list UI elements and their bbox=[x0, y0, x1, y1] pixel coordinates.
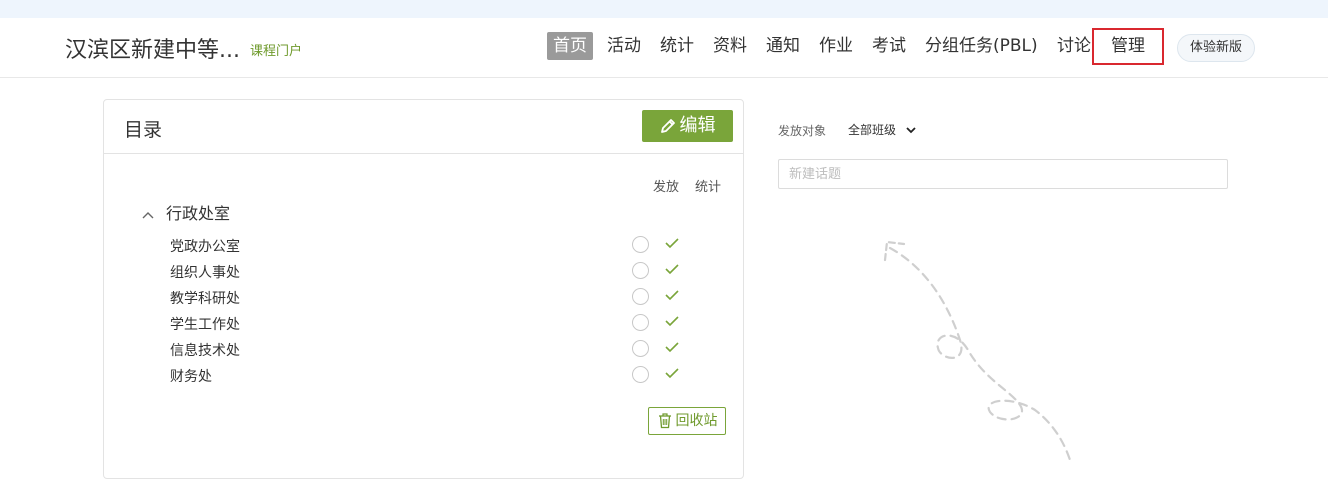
check-icon[interactable] bbox=[664, 288, 680, 302]
list-item-label[interactable]: 党政办公室 bbox=[170, 236, 240, 256]
new-topic-input[interactable] bbox=[778, 159, 1228, 189]
list-item[interactable]: 党政办公室 bbox=[170, 232, 730, 258]
directory-title: 目录 bbox=[124, 119, 163, 141]
directory-panel: 目录 编辑 发放 统计 行政处室 党政办公室 组织人事处 教学科研处 学生工作处 bbox=[103, 99, 744, 479]
list-item-label[interactable]: 学生工作处 bbox=[170, 314, 240, 334]
nav-materials[interactable]: 资料 bbox=[713, 32, 747, 60]
publish-toggle[interactable] bbox=[632, 314, 649, 331]
publish-toggle[interactable] bbox=[632, 366, 649, 383]
publish-toggle[interactable] bbox=[632, 236, 649, 253]
nav-activities[interactable]: 活动 bbox=[607, 32, 641, 60]
check-icon[interactable] bbox=[664, 340, 680, 354]
list-item[interactable]: 组织人事处 bbox=[170, 258, 730, 284]
list-item[interactable]: 财务处 bbox=[170, 362, 730, 388]
section-admin-offices[interactable]: 行政处室 bbox=[142, 200, 230, 224]
list-item-label[interactable]: 财务处 bbox=[170, 366, 212, 386]
list-item[interactable]: 学生工作处 bbox=[170, 310, 730, 336]
nav-manage[interactable]: 管理 bbox=[1092, 28, 1164, 65]
header: 汉滨区新建中等... 课程门户 首页 活动 统计 资料 通知 作业 考试 分组任… bbox=[0, 18, 1328, 78]
try-new-version-button[interactable]: 体验新版 bbox=[1177, 34, 1255, 62]
section-label: 行政处室 bbox=[166, 204, 231, 223]
list-item[interactable]: 信息技术处 bbox=[170, 336, 730, 362]
publish-toggle[interactable] bbox=[632, 262, 649, 279]
nav-notices[interactable]: 通知 bbox=[766, 32, 800, 60]
edit-label: 编辑 bbox=[679, 115, 716, 136]
list-item-label[interactable]: 信息技术处 bbox=[170, 340, 240, 360]
check-icon[interactable] bbox=[664, 262, 680, 276]
directory-header: 目录 编辑 bbox=[104, 100, 743, 154]
nav-statistics[interactable]: 统计 bbox=[660, 32, 694, 60]
nav-homework[interactable]: 作业 bbox=[819, 32, 853, 60]
recycle-bin-label: 回收站 bbox=[675, 413, 718, 429]
col-stats-header: 统计 bbox=[695, 180, 722, 195]
trash-icon bbox=[658, 413, 671, 429]
nav-discussion[interactable]: 讨论 bbox=[1057, 32, 1091, 60]
school-name[interactable]: 汉滨区新建中等... bbox=[65, 32, 240, 64]
col-publish-header: 发放 bbox=[653, 180, 680, 195]
nav-group-tasks[interactable]: 分组任务(PBL) bbox=[925, 32, 1038, 60]
chevron-up-icon[interactable] bbox=[142, 208, 160, 222]
check-icon[interactable] bbox=[664, 366, 680, 380]
dashed-arrow-illustration bbox=[883, 240, 1072, 460]
check-icon[interactable] bbox=[664, 236, 680, 250]
recycle-bin-button[interactable]: 回收站 bbox=[648, 407, 726, 435]
publish-toggle[interactable] bbox=[632, 340, 649, 357]
publish-toggle[interactable] bbox=[632, 288, 649, 305]
list-item-label[interactable]: 组织人事处 bbox=[170, 262, 240, 282]
publish-target-label: 发放对象 bbox=[778, 124, 827, 138]
nav-home[interactable]: 首页 bbox=[547, 32, 593, 60]
publish-target-value: 全部班级 bbox=[848, 123, 897, 137]
chevron-down-icon bbox=[906, 124, 916, 137]
top-strip bbox=[0, 0, 1328, 18]
pencil-icon bbox=[660, 119, 675, 133]
list-item-label[interactable]: 教学科研处 bbox=[170, 288, 240, 308]
check-icon[interactable] bbox=[664, 314, 680, 328]
edit-button[interactable]: 编辑 bbox=[642, 110, 733, 142]
list-item[interactable]: 教学科研处 bbox=[170, 284, 730, 310]
course-portal-link[interactable]: 课程门户 bbox=[250, 40, 302, 59]
nav-exams[interactable]: 考试 bbox=[872, 32, 906, 60]
publish-target-select[interactable]: 全部班级 bbox=[848, 121, 916, 138]
